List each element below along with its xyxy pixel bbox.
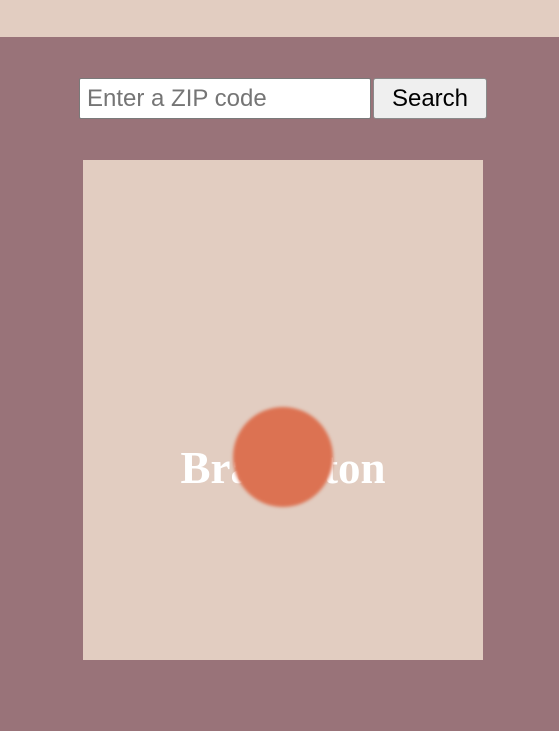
- zip-code-input[interactable]: [79, 78, 371, 119]
- search-button[interactable]: Search: [373, 78, 487, 119]
- top-banner: [0, 0, 559, 37]
- sun-circle-icon: [233, 407, 333, 507]
- search-bar: Search: [79, 78, 487, 119]
- weather-card: Bradenton: [83, 160, 483, 660]
